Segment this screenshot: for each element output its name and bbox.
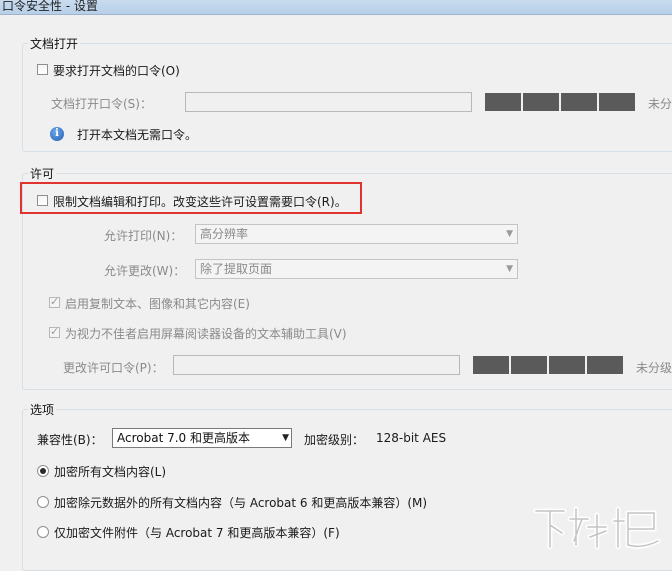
restrict-editing-checkbox[interactable]	[37, 195, 48, 206]
encrypt-all-radio[interactable]	[37, 465, 49, 477]
chevron-down-icon: ▼	[506, 229, 513, 239]
open-info-text: 打开本文档无需口令。	[77, 128, 198, 142]
accessibility-label[interactable]: 为视力不佳者启用屏幕阅读器设备的文本辅助工具(V)	[65, 325, 347, 342]
change-password-input[interactable]	[173, 355, 460, 375]
info-icon: i	[50, 127, 64, 141]
permissions-group-title: 许可	[28, 165, 57, 182]
compat-select[interactable]: Acrobat 7.0 和更高版本 ▼	[112, 428, 292, 448]
allow-print-label: 允许打印(N)：	[104, 229, 183, 243]
allow-change-select[interactable]: 除了提取页面 ▼	[195, 259, 518, 279]
compat-label: 兼容性(B)：	[37, 433, 103, 447]
allow-change-value: 除了提取页面	[200, 262, 273, 276]
window-titlebar: 口令安全性 - 设置	[0, 0, 672, 15]
doc-open-group-title: 文档打开	[28, 35, 81, 52]
site-watermark-logo	[530, 501, 668, 553]
change-password-strength-meter	[473, 356, 623, 374]
allow-print-value: 高分辨率	[200, 227, 249, 241]
open-password-strength-meter	[485, 93, 635, 111]
allow-change-label: 允许更改(W)：	[104, 264, 186, 278]
open-password-strength-text: 未分	[648, 97, 672, 111]
chevron-down-icon: ▼	[282, 433, 289, 443]
chevron-down-icon: ▼	[506, 264, 513, 274]
encrypt-attachments-radio[interactable]	[37, 526, 49, 538]
encrypt-except-metadata-radio[interactable]	[37, 496, 49, 508]
encryption-level-label: 加密级别：	[304, 433, 365, 447]
open-password-label: 文档打开口令(S)：	[51, 97, 152, 111]
encryption-level-value: 128-bit AES	[376, 431, 447, 445]
encrypt-all-label[interactable]: 加密所有文档内容(L)	[54, 463, 166, 480]
options-group-title: 选项	[28, 401, 57, 418]
enable-copy-label[interactable]: 启用复制文本、图像和其它内容(E)	[65, 295, 250, 312]
require-open-password-checkbox[interactable]	[37, 64, 48, 75]
restrict-editing-label[interactable]: 限制文档编辑和打印。改变这些许可设置需要口令(R)。	[53, 193, 347, 210]
encrypt-except-metadata-label[interactable]: 加密除元数据外的所有文档内容（与 Acrobat 6 和更高版本兼容）(M)	[54, 494, 427, 511]
window-title: 口令安全性 - 设置	[2, 0, 98, 13]
change-password-label: 更改许可口令(P)：	[63, 361, 164, 375]
accessibility-checkbox[interactable]	[49, 325, 60, 338]
watermark-graphic	[533, 506, 661, 550]
allow-print-select[interactable]: 高分辨率 ▼	[195, 224, 518, 244]
change-password-strength-text: 未分级	[636, 361, 672, 375]
compat-value: Acrobat 7.0 和更高版本	[117, 431, 250, 445]
open-password-input[interactable]	[185, 92, 472, 112]
encrypt-attachments-label[interactable]: 仅加密文件附件（与 Acrobat 7 和更高版本兼容）(F)	[54, 524, 340, 541]
require-open-password-label[interactable]: 要求打开文档的口令(O)	[53, 62, 180, 79]
enable-copy-checkbox[interactable]	[49, 295, 60, 308]
